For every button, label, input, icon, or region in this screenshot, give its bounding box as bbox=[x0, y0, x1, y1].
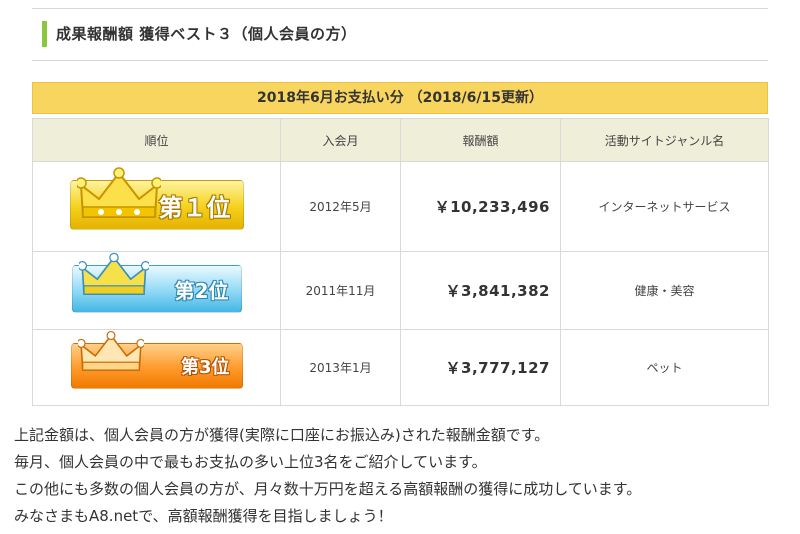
joined-month-cell: 2013年1月 bbox=[280, 329, 401, 406]
explanation-line: この他にも多数の個人会員の方が、月々数十万円を超える高額報酬の獲得に成功していま… bbox=[14, 480, 642, 498]
joined-month-cell: 2011年11月 bbox=[280, 251, 401, 330]
crown-bronze-icon bbox=[77, 330, 144, 371]
rank-badge-gold: 第１位 bbox=[69, 167, 244, 230]
column-header-genre: 活動サイトジャンル名 bbox=[560, 118, 769, 162]
rank-badge-bronze: 第3位 bbox=[70, 330, 243, 389]
table-row: 第3位 2013年1月 ￥3,777,127 ペット bbox=[32, 329, 769, 406]
genre-cell: ペット bbox=[560, 329, 769, 406]
amount-cell: ￥3,777,127 bbox=[400, 329, 561, 406]
heading-divider bbox=[32, 60, 768, 61]
explanation-line: 毎月、個人会員の中で最もお支払の多い上位3名をご紹介しています。 bbox=[14, 453, 487, 471]
rank-label: 第１位 bbox=[158, 193, 231, 222]
ranking-table: 順位 入会月 報酬額 活動サイトジャンル名 第１位 2012年5月 ￥10,23… bbox=[32, 118, 769, 406]
heading-accent-bar bbox=[42, 21, 47, 47]
column-header-joined: 入会月 bbox=[280, 118, 401, 162]
column-header-rank: 順位 bbox=[32, 118, 281, 162]
table-row: 第2位 2011年11月 ￥3,841,382 健康・美容 bbox=[32, 251, 769, 330]
rank-badge-silver: 第2位 bbox=[71, 252, 242, 313]
rank-label: 第3位 bbox=[180, 357, 230, 378]
rank-label: 第2位 bbox=[174, 278, 229, 303]
explanation-line: みなさまもA8.netで、高額報酬獲得を目指しましょう！ bbox=[14, 507, 393, 525]
payment-period-banner: 2018年6月お支払い分 （2018/6/15更新） bbox=[32, 82, 768, 114]
rank-cell: 第１位 bbox=[32, 161, 281, 252]
section-heading: 成果報酬額 獲得ベスト３（個人会員の方） bbox=[32, 18, 768, 52]
table-row: 第１位 2012年5月 ￥10,233,496 インターネットサービス bbox=[32, 161, 769, 252]
amount-cell: ￥3,841,382 bbox=[400, 251, 561, 330]
crown-gold-icon bbox=[76, 167, 161, 218]
genre-cell: インターネットサービス bbox=[560, 161, 769, 252]
column-header-amount: 報酬額 bbox=[400, 118, 561, 162]
explanation-text: 上記金額は、個人会員の方が獲得(実際に口座にお振込み)された報酬金額です。 毎月… bbox=[14, 422, 794, 530]
rank-cell: 第3位 bbox=[32, 329, 281, 406]
page-title: 成果報酬額 獲得ベスト３（個人会員の方） bbox=[56, 25, 357, 43]
explanation-line: 上記金額は、個人会員の方が獲得(実際に口座にお振込み)された報酬金額です。 bbox=[14, 426, 550, 444]
rank-cell: 第2位 bbox=[32, 251, 281, 330]
table-header-row: 順位 入会月 報酬額 活動サイトジャンル名 bbox=[32, 118, 769, 162]
crown-silver-icon bbox=[78, 252, 149, 295]
joined-month-cell: 2012年5月 bbox=[280, 161, 401, 252]
top-divider bbox=[32, 8, 768, 9]
amount-cell: ￥10,233,496 bbox=[400, 161, 561, 252]
genre-cell: 健康・美容 bbox=[560, 251, 769, 330]
